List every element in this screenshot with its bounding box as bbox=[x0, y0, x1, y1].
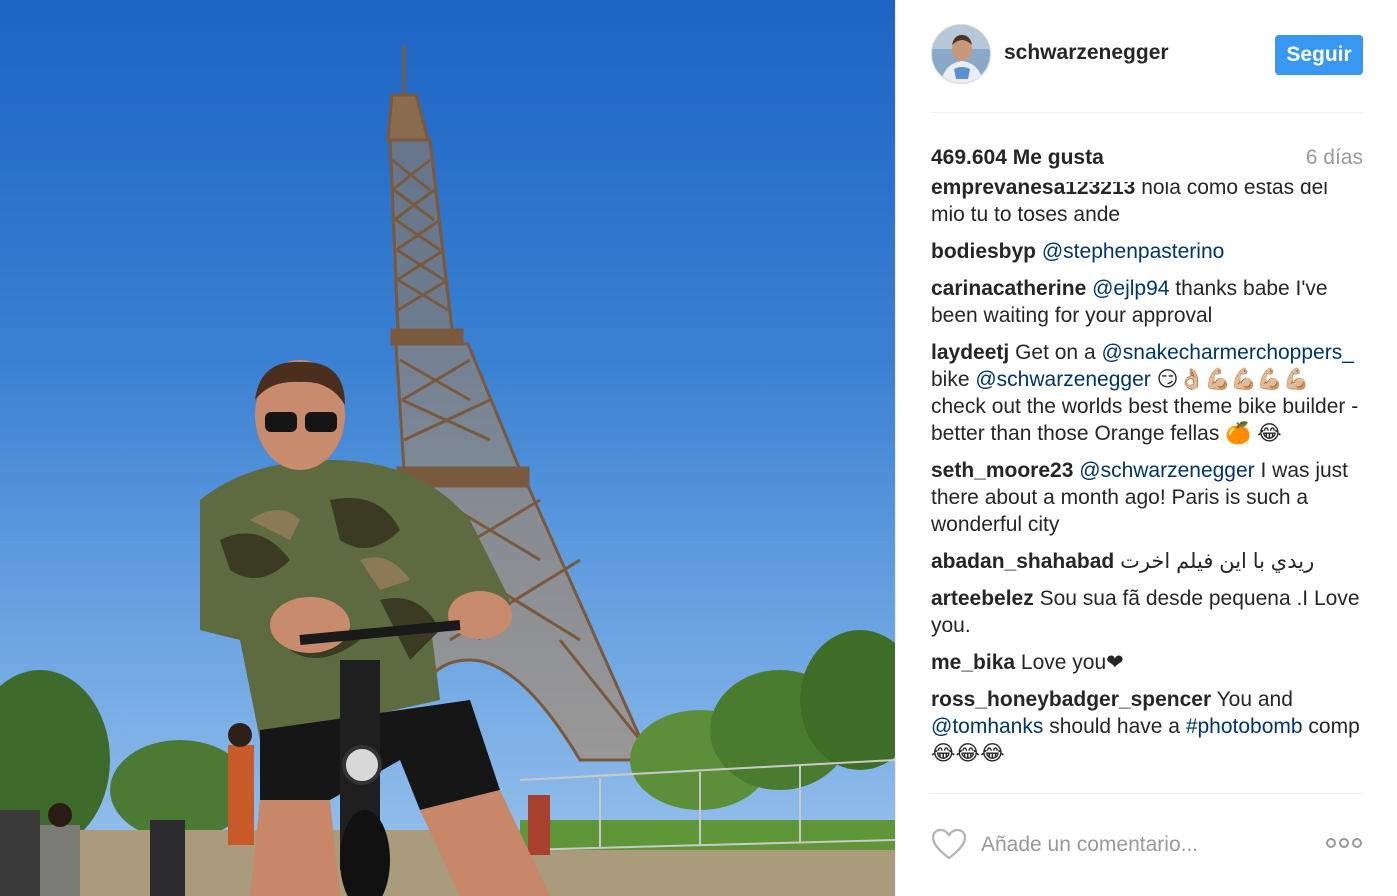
mention-link[interactable]: @snakecharmerchoppers_ bbox=[1101, 341, 1353, 364]
comment-item: abadan_shahabad ريدي با اين فيلم اخرت bbox=[931, 548, 1363, 575]
comment-username[interactable]: laydeetj bbox=[931, 341, 1009, 364]
comment-item: seth_moore23 @schwarzenegger I was just … bbox=[931, 457, 1363, 538]
comment-username[interactable]: arteebelez bbox=[931, 587, 1034, 610]
mention-link[interactable]: @stephenpasterino bbox=[1042, 240, 1224, 263]
comment-username[interactable]: me_bika bbox=[931, 651, 1015, 674]
comment-item: emprevanesa123213 hola como estas del mi… bbox=[931, 182, 1363, 228]
comment-item: arteebelez Sou sua fã desde pequena .I L… bbox=[931, 585, 1363, 639]
comment-text: bike bbox=[931, 368, 976, 391]
comments-list[interactable]: emprevanesa123213 hola como estas del mi… bbox=[931, 182, 1363, 794]
post-sidebar: schwarzenegger Seguir 469.604 Me gusta 6… bbox=[895, 0, 1397, 896]
post-footer bbox=[931, 826, 1363, 866]
comments-scroll: emprevanesa123213 hola como estas del mi… bbox=[931, 182, 1363, 777]
comment-item: me_bika Love you❤ bbox=[931, 649, 1363, 676]
avatar[interactable] bbox=[931, 24, 991, 84]
more-options-icon[interactable] bbox=[1325, 836, 1363, 850]
likes-count[interactable]: 469.604 Me gusta bbox=[931, 146, 1104, 170]
comment-username[interactable]: ross_honeybadger_spencer bbox=[931, 688, 1211, 711]
comment-username[interactable]: abadan_shahabad bbox=[931, 550, 1114, 573]
mention-link[interactable]: @schwarzenegger bbox=[975, 368, 1150, 391]
comment-text: ريدي با اين فيلم اخرت bbox=[1120, 550, 1315, 573]
comment-username[interactable]: emprevanesa123213 bbox=[931, 182, 1135, 199]
comment-item: carinacatherine @ejlp94 thanks babe I've… bbox=[931, 275, 1363, 329]
comment-text: You and bbox=[1216, 688, 1293, 711]
mention-link[interactable]: @schwarzenegger bbox=[1079, 459, 1254, 482]
photo-illustration bbox=[0, 45, 895, 896]
comment-text: Love you❤ bbox=[1020, 651, 1124, 674]
post-photo[interactable] bbox=[0, 0, 895, 896]
post-age[interactable]: 6 días bbox=[1306, 146, 1363, 170]
follow-button[interactable]: Seguir bbox=[1275, 35, 1363, 75]
header-divider bbox=[931, 112, 1363, 113]
comment-text: should have a bbox=[1043, 715, 1186, 738]
mention-link[interactable]: @ejlp94 bbox=[1092, 277, 1169, 300]
post-header: schwarzenegger Seguir bbox=[931, 24, 1363, 86]
hashtag-link[interactable]: #photobomb bbox=[1186, 715, 1303, 738]
comment-input[interactable] bbox=[981, 828, 1301, 862]
mention-link[interactable]: @tomhanks bbox=[931, 715, 1043, 738]
likes-row: 469.604 Me gusta 6 días bbox=[931, 146, 1363, 172]
footer-divider bbox=[931, 793, 1363, 794]
comment-username[interactable]: seth_moore23 bbox=[931, 459, 1073, 482]
comment-text: Get on a bbox=[1015, 341, 1102, 364]
comment-username[interactable]: carinacatherine bbox=[931, 277, 1086, 300]
heart-outline-icon[interactable] bbox=[931, 828, 967, 860]
comment-username[interactable]: bodiesbyp bbox=[931, 240, 1036, 263]
avatar-image bbox=[932, 25, 990, 83]
comment-item: bodiesbyp @stephenpasterino bbox=[931, 238, 1363, 265]
username[interactable]: schwarzenegger bbox=[1004, 41, 1169, 65]
comment-item: laydeetj Get on a @snakecharmerchoppers_… bbox=[931, 339, 1363, 447]
comment-item: ross_honeybadger_spencer You and @tomhan… bbox=[931, 686, 1363, 767]
